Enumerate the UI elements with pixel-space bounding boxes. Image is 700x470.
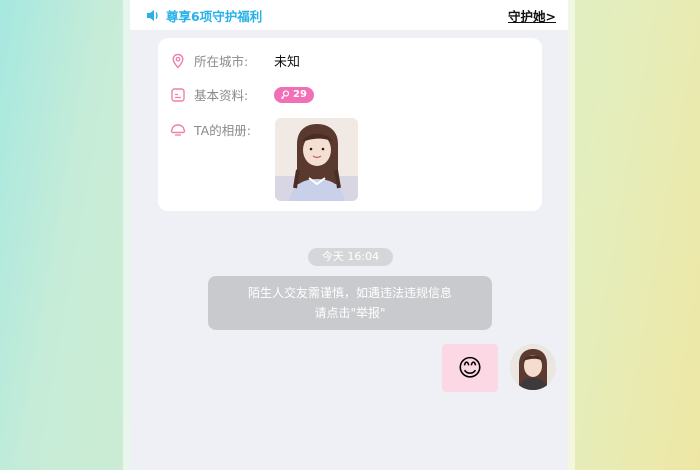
location-icon — [172, 53, 184, 69]
album-label: TA的相册: — [194, 123, 251, 138]
city-label: 所在城市: — [194, 54, 249, 69]
album-photo[interactable] — [275, 118, 358, 201]
profile-icon — [171, 87, 185, 102]
city-value: 未知 — [274, 55, 301, 70]
my-avatar[interactable] — [510, 344, 556, 390]
age-value: 29 — [293, 89, 307, 100]
city-row: 所在城市: 未知 — [170, 51, 300, 70]
profile-card: 所在城市: 未知 基本资料: 29 TA的相册: — [158, 38, 542, 211]
avatar-image — [510, 344, 556, 390]
safety-notice-line1: 陌生人交友需谨慎，如遇违法违规信息 — [247, 286, 452, 300]
basic-info-row: 基本资料: 29 — [170, 85, 314, 104]
album-row: TA的相册: — [170, 120, 274, 139]
album-icon — [170, 123, 186, 136]
safety-notice-line2: 请点击"举报" — [314, 306, 386, 320]
safety-notice[interactable]: 陌生人交友需谨慎，如遇违法违规信息 请点击"举报" — [208, 276, 492, 330]
girl-photo-image — [275, 118, 358, 201]
speaker-icon — [147, 9, 158, 21]
guard-benefits-text: 尊享6项守护福利 — [166, 8, 263, 24]
guard-her-link[interactable]: 守护她> — [508, 6, 556, 25]
female-icon — [281, 89, 290, 99]
basic-info-label: 基本资料: — [194, 88, 249, 103]
phone-screen: 尊享6项守护福利 守护她> 所在城市: 未知 基本资料: 29 TA的相册: 今… — [130, 0, 568, 470]
smile-emoji: 😊 — [457, 354, 483, 382]
guard-benefits[interactable]: 尊享6项守护福利 — [146, 6, 262, 25]
guard-benefits-bar[interactable]: 尊享6项守护福利 守护她> — [130, 0, 568, 30]
message-timestamp: 今天 16:04 — [308, 248, 393, 266]
age-badge: 29 — [274, 86, 314, 103]
sent-message-bubble[interactable]: 😊 — [442, 344, 498, 392]
